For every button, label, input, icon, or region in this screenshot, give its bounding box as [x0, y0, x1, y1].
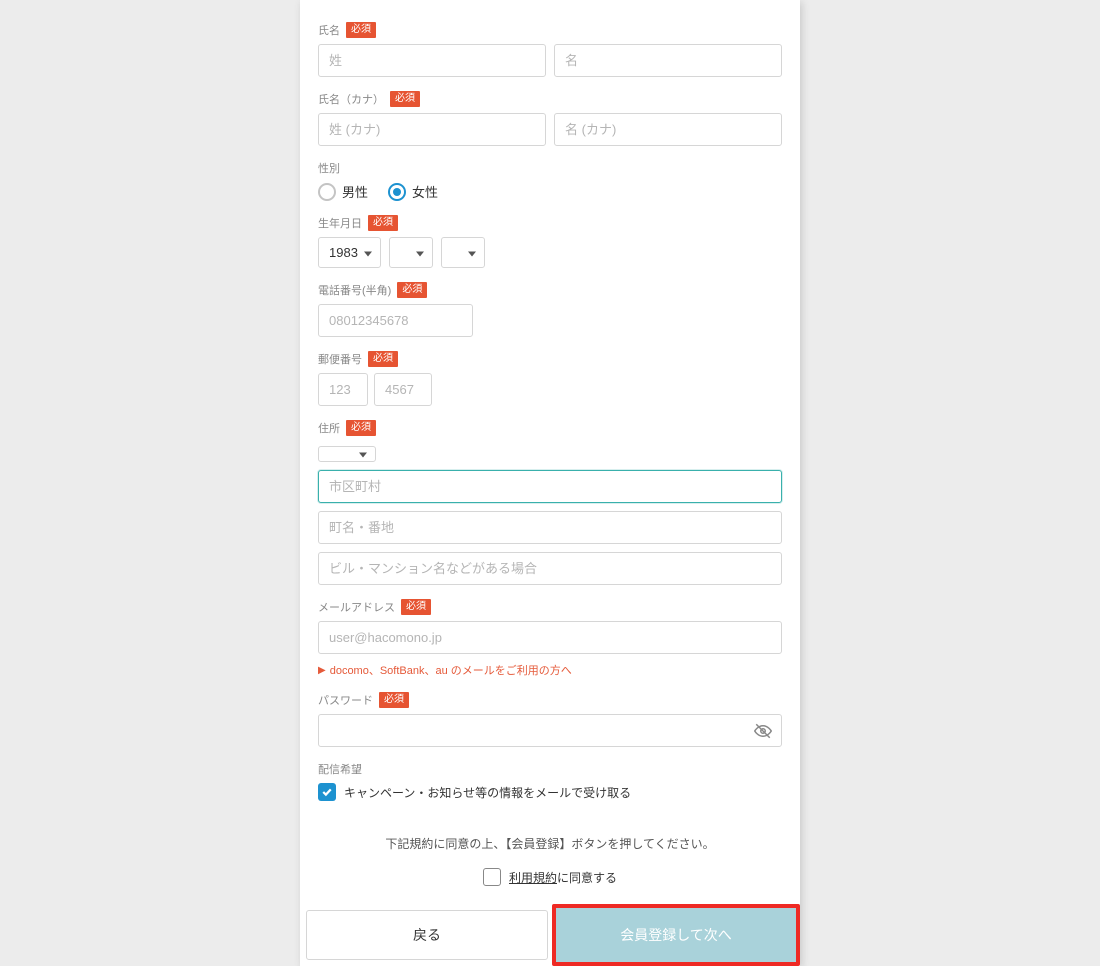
required-badge: 必須: [346, 420, 376, 436]
gender-female-label: 女性: [412, 182, 438, 201]
carrier-notice-text: docomo、SoftBank、au のメールをご利用の方へ: [330, 662, 572, 678]
gender-male-label: 男性: [342, 182, 368, 201]
newsletter-checkbox-label: キャンペーン・お知らせ等の情報をメールで受け取る: [344, 784, 631, 801]
city-input[interactable]: [318, 470, 782, 503]
newsletter-label: 配信希望: [318, 761, 362, 777]
email-input[interactable]: [318, 621, 782, 654]
password-label: パスワード: [318, 692, 373, 708]
postal-code-2-input[interactable]: [374, 373, 432, 406]
birth-year-select[interactable]: 1983: [318, 237, 381, 268]
last-name-input[interactable]: [318, 44, 546, 77]
radio-icon: [388, 183, 406, 201]
phone-label: 電話番号(半角): [318, 282, 391, 298]
postal-field-group: 郵便番号 必須: [318, 351, 782, 406]
gender-female-radio[interactable]: 女性: [388, 182, 438, 201]
required-badge: 必須: [401, 599, 431, 615]
first-name-input[interactable]: [554, 44, 782, 77]
first-name-kana-input[interactable]: [554, 113, 782, 146]
required-badge: 必須: [368, 351, 398, 367]
name-field-group: 氏名 必須: [318, 22, 782, 77]
terms-suffix: に同意する: [557, 871, 617, 885]
postal-code-1-input[interactable]: [318, 373, 368, 406]
eye-off-icon[interactable]: [754, 722, 772, 740]
password-field-group: パスワード 必須: [318, 692, 782, 747]
birthdate-label: 生年月日: [318, 215, 362, 231]
phone-field-group: 電話番号(半角) 必須: [318, 282, 782, 337]
birth-month-select[interactable]: [389, 237, 433, 268]
newsletter-field-group: 配信希望 キャンペーン・お知らせ等の情報をメールで受け取る: [318, 761, 782, 801]
triangle-right-icon: ▶: [318, 665, 326, 676]
submit-button[interactable]: 会員登録して次へ: [556, 908, 796, 962]
terms-checkbox[interactable]: 利用規約に同意する: [483, 868, 617, 886]
email-field-group: メールアドレス 必須 ▶ docomo、SoftBank、au のメールをご利用…: [318, 599, 782, 678]
registration-form: 氏名 必須 氏名（カナ） 必須 性別: [300, 0, 800, 966]
password-input[interactable]: [318, 714, 782, 747]
checkbox-checked-icon: [318, 783, 336, 801]
name-kana-label: 氏名（カナ）: [318, 91, 384, 107]
required-badge: 必須: [368, 215, 398, 231]
terms-link[interactable]: 利用規約: [509, 871, 557, 885]
back-button[interactable]: 戻る: [306, 910, 548, 960]
birth-year-value: 1983: [329, 245, 358, 260]
last-name-kana-input[interactable]: [318, 113, 546, 146]
birthdate-field-group: 生年月日 必須 1983: [318, 215, 782, 268]
required-badge: 必須: [379, 692, 409, 708]
newsletter-checkbox[interactable]: キャンペーン・お知らせ等の情報をメールで受け取る: [318, 783, 782, 801]
address-field-group: 住所 必須: [318, 420, 782, 585]
phone-input[interactable]: [318, 304, 473, 337]
prefecture-select[interactable]: [318, 446, 376, 462]
required-badge: 必須: [390, 91, 420, 107]
submit-button-highlight: 会員登録して次へ: [552, 904, 800, 966]
postal-label: 郵便番号: [318, 351, 362, 367]
instruction-text: 下記規約に同意の上、【会員登録】ボタンを押してください。: [318, 835, 782, 852]
birth-day-select[interactable]: [441, 237, 485, 268]
building-input[interactable]: [318, 552, 782, 585]
checkbox-unchecked-icon: [483, 868, 501, 886]
gender-label: 性別: [318, 160, 340, 176]
email-label: メールアドレス: [318, 599, 395, 615]
footer-section: 下記規約に同意の上、【会員登録】ボタンを押してください。 利用規約に同意する 戻…: [300, 821, 800, 966]
required-badge: 必須: [397, 282, 427, 298]
name-kana-field-group: 氏名（カナ） 必須: [318, 91, 782, 146]
carrier-notice-link[interactable]: ▶ docomo、SoftBank、au のメールをご利用の方へ: [318, 662, 782, 678]
radio-icon: [318, 183, 336, 201]
gender-male-radio[interactable]: 男性: [318, 182, 368, 201]
required-badge: 必須: [346, 22, 376, 38]
gender-field-group: 性別 男性 女性: [318, 160, 782, 201]
street-input[interactable]: [318, 511, 782, 544]
name-label: 氏名: [318, 22, 340, 38]
address-label: 住所: [318, 420, 340, 436]
